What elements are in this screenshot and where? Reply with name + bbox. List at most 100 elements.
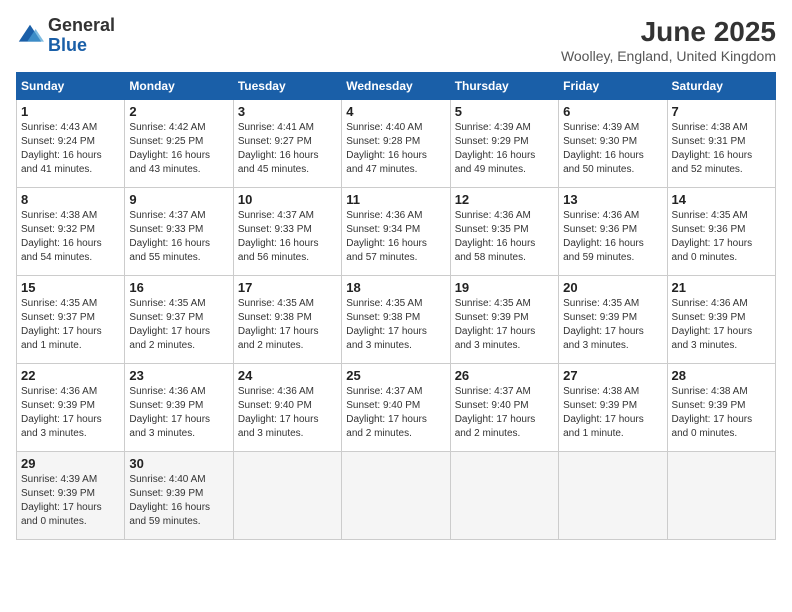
day-number: 29 [21,456,120,471]
calendar-cell: 4Sunrise: 4:40 AM Sunset: 9:28 PM Daylig… [342,100,450,188]
day-header-tuesday: Tuesday [233,73,341,100]
calendar-cell: 16 Sunrise: 4:35 AM Sunset: 9:37 PM Dayli… [125,276,233,364]
day-info: Sunrise: 4:36 AM Sunset: 9:35 PM Dayligh… [455,209,554,265]
day-number: 25 [346,368,445,383]
calendar-week-1: 1Sunrise: 4:43 AM Sunset: 9:24 PM Daylig… [17,100,776,188]
calendar-table: SundayMondayTuesdayWednesdayThursdayFrid… [16,72,776,540]
calendar-cell: 18 Sunrise: 4:35 AM Sunset: 9:38 PM Dayli… [342,276,450,364]
calendar-cell: 17Sunrise: 4:35 AM Sunset: 9:38 PM Dayli… [233,276,341,364]
day-number: 10 [238,192,337,207]
day-number: 24 [238,368,337,383]
page-header: General Blue June 2025 Woolley, England,… [16,16,776,64]
day-number: 28 [672,368,771,383]
calendar-cell: 23 Sunrise: 4:36 AM Sunset: 9:39 PM Dayli… [125,364,233,452]
calendar-cell: 21Sunrise: 4:36 AM Sunset: 9:39 PM Dayli… [667,276,775,364]
day-info: Sunrise: 4:36 AM Sunset: 9:39 PM Dayligh… [129,385,228,441]
day-header-saturday: Saturday [667,73,775,100]
day-info: Sunrise: 4:35 AM Sunset: 9:38 PM Dayligh… [346,297,445,353]
day-info: Sunrise: 4:39 AM Sunset: 9:30 PM Dayligh… [563,121,662,177]
day-number: 21 [672,280,771,295]
calendar-cell: 7 Sunrise: 4:38 AM Sunset: 9:31 PM Daylig… [667,100,775,188]
calendar-week-2: 8 Sunrise: 4:38 AM Sunset: 9:32 PM Daylig… [17,188,776,276]
day-info: Sunrise: 4:37 AM Sunset: 9:33 PM Dayligh… [129,209,228,265]
day-info: Sunrise: 4:37 AM Sunset: 9:40 PM Dayligh… [455,385,554,441]
day-info: Sunrise: 4:35 AM Sunset: 9:37 PM Dayligh… [129,297,228,353]
day-number: 2 [129,104,228,119]
day-number: 15 [21,280,120,295]
day-number: 11 [346,192,445,207]
calendar-cell: 2 Sunrise: 4:42 AM Sunset: 9:25 PM Daylig… [125,100,233,188]
day-header-thursday: Thursday [450,73,558,100]
calendar-cell [559,452,667,540]
calendar-cell: 26 Sunrise: 4:37 AM Sunset: 9:40 PM Dayli… [450,364,558,452]
day-info: Sunrise: 4:42 AM Sunset: 9:25 PM Dayligh… [129,121,228,177]
day-number: 3 [238,104,337,119]
calendar-week-4: 22 Sunrise: 4:36 AM Sunset: 9:39 PM Dayli… [17,364,776,452]
logo-general: General [48,16,115,36]
calendar-week-5: 29Sunrise: 4:39 AM Sunset: 9:39 PM Dayli… [17,452,776,540]
day-info: Sunrise: 4:38 AM Sunset: 9:39 PM Dayligh… [672,385,771,441]
logo: General Blue [16,16,115,56]
day-number: 16 [129,280,228,295]
day-info: Sunrise: 4:38 AM Sunset: 9:31 PM Dayligh… [672,121,771,177]
location: Woolley, England, United Kingdom [561,48,776,64]
calendar-cell [450,452,558,540]
day-header-monday: Monday [125,73,233,100]
calendar-cell: 20Sunrise: 4:35 AM Sunset: 9:39 PM Dayli… [559,276,667,364]
day-header-wednesday: Wednesday [342,73,450,100]
logo-text: General Blue [48,16,115,56]
day-number: 18 [346,280,445,295]
day-number: 7 [672,104,771,119]
calendar-cell: 5Sunrise: 4:39 AM Sunset: 9:29 PM Daylig… [450,100,558,188]
calendar-cell [667,452,775,540]
calendar-cell: 8 Sunrise: 4:38 AM Sunset: 9:32 PM Daylig… [17,188,125,276]
day-info: Sunrise: 4:41 AM Sunset: 9:27 PM Dayligh… [238,121,337,177]
day-info: Sunrise: 4:40 AM Sunset: 9:28 PM Dayligh… [346,121,445,177]
logo-blue: Blue [48,36,115,56]
day-number: 23 [129,368,228,383]
day-info: Sunrise: 4:35 AM Sunset: 9:39 PM Dayligh… [563,297,662,353]
logo-icon [16,22,44,50]
day-info: Sunrise: 4:35 AM Sunset: 9:37 PM Dayligh… [21,297,120,353]
day-info: Sunrise: 4:37 AM Sunset: 9:40 PM Dayligh… [346,385,445,441]
calendar-cell: 11 Sunrise: 4:36 AM Sunset: 9:34 PM Dayli… [342,188,450,276]
calendar-cell: 10 Sunrise: 4:37 AM Sunset: 9:33 PM Dayli… [233,188,341,276]
title-block: June 2025 Woolley, England, United Kingd… [561,16,776,64]
calendar-cell: 28 Sunrise: 4:38 AM Sunset: 9:39 PM Dayli… [667,364,775,452]
day-info: Sunrise: 4:36 AM Sunset: 9:36 PM Dayligh… [563,209,662,265]
day-number: 14 [672,192,771,207]
day-info: Sunrise: 4:36 AM Sunset: 9:40 PM Dayligh… [238,385,337,441]
calendar-cell: 24 Sunrise: 4:36 AM Sunset: 9:40 PM Dayli… [233,364,341,452]
day-info: Sunrise: 4:38 AM Sunset: 9:32 PM Dayligh… [21,209,120,265]
day-number: 5 [455,104,554,119]
day-number: 30 [129,456,228,471]
day-number: 8 [21,192,120,207]
calendar-cell: 15 Sunrise: 4:35 AM Sunset: 9:37 PM Dayli… [17,276,125,364]
day-info: Sunrise: 4:37 AM Sunset: 9:33 PM Dayligh… [238,209,337,265]
calendar-body: 1Sunrise: 4:43 AM Sunset: 9:24 PM Daylig… [17,100,776,540]
calendar-cell: 27Sunrise: 4:38 AM Sunset: 9:39 PM Dayli… [559,364,667,452]
calendar-cell: 14 Sunrise: 4:35 AM Sunset: 9:36 PM Dayli… [667,188,775,276]
day-info: Sunrise: 4:35 AM Sunset: 9:36 PM Dayligh… [672,209,771,265]
calendar-cell: 1Sunrise: 4:43 AM Sunset: 9:24 PM Daylig… [17,100,125,188]
calendar-header: SundayMondayTuesdayWednesdayThursdayFrid… [17,73,776,100]
day-number: 1 [21,104,120,119]
calendar-cell: 19Sunrise: 4:35 AM Sunset: 9:39 PM Dayli… [450,276,558,364]
calendar-cell: 9 Sunrise: 4:37 AM Sunset: 9:33 PM Daylig… [125,188,233,276]
calendar-cell [233,452,341,540]
day-number: 26 [455,368,554,383]
calendar-week-3: 15 Sunrise: 4:35 AM Sunset: 9:37 PM Dayli… [17,276,776,364]
calendar-cell: 3 Sunrise: 4:41 AM Sunset: 9:27 PM Daylig… [233,100,341,188]
calendar-cell: 13Sunrise: 4:36 AM Sunset: 9:36 PM Dayli… [559,188,667,276]
calendar-cell: 22Sunrise: 4:36 AM Sunset: 9:39 PM Dayli… [17,364,125,452]
day-number: 17 [238,280,337,295]
day-header-friday: Friday [559,73,667,100]
day-number: 9 [129,192,228,207]
calendar-cell [342,452,450,540]
day-number: 27 [563,368,662,383]
day-info: Sunrise: 4:36 AM Sunset: 9:34 PM Dayligh… [346,209,445,265]
day-number: 22 [21,368,120,383]
calendar-cell: 12Sunrise: 4:36 AM Sunset: 9:35 PM Dayli… [450,188,558,276]
day-info: Sunrise: 4:40 AM Sunset: 9:39 PM Dayligh… [129,473,228,529]
day-number: 6 [563,104,662,119]
